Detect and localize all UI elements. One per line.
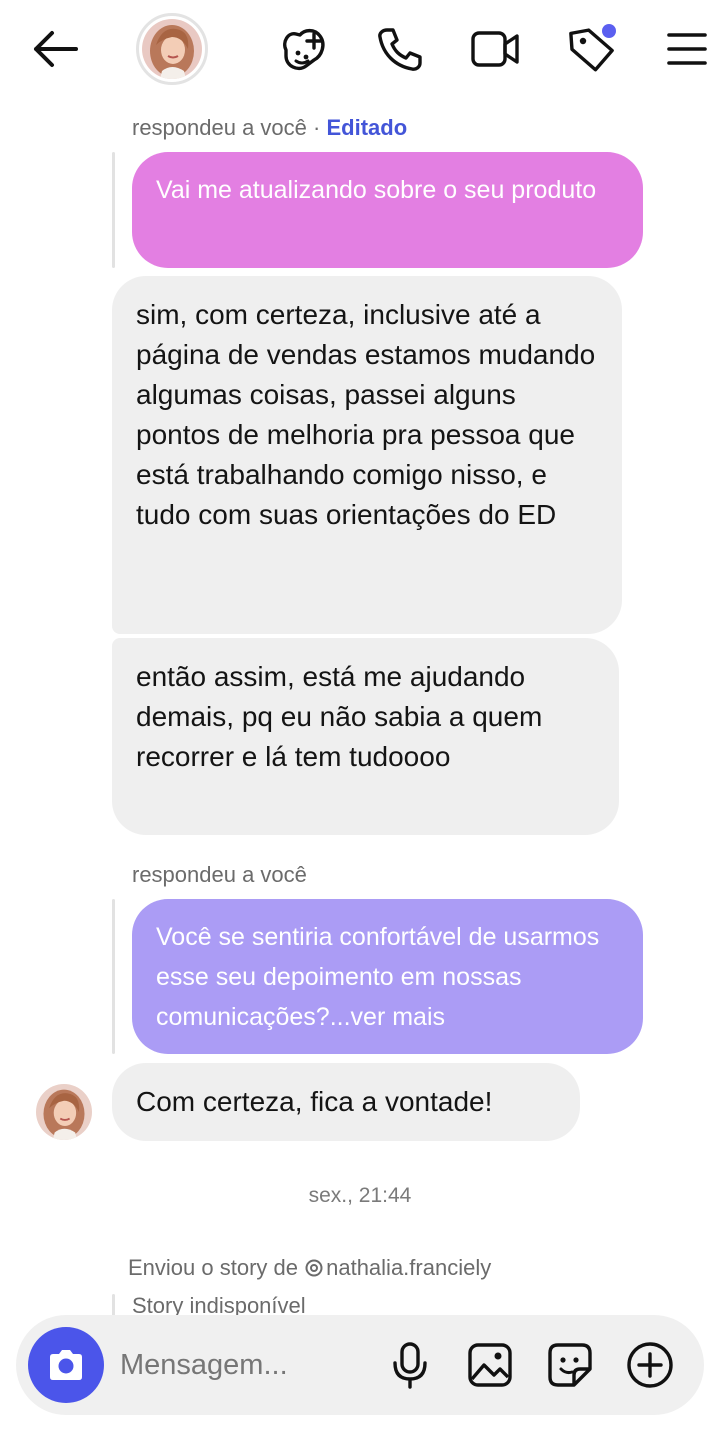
call-button[interactable] [372,22,426,76]
reply-meta-text: respondeu a você · [132,115,327,140]
games-icon [283,28,325,71]
games-button[interactable] [276,22,330,76]
incoming-message[interactable]: Com certeza, fica a vontade! [112,1063,580,1141]
reply-bar [112,152,115,268]
reply-meta: respondeu a você [132,862,307,887]
sender-avatar-image [36,1084,92,1140]
reply-bar [112,899,115,1054]
sticker-icon [548,1343,592,1387]
contact-avatar-button[interactable] [136,13,208,85]
reply-bar [112,1294,115,1316]
menu-icon [667,33,707,65]
video-call-button[interactable] [468,22,522,76]
contact-avatar [142,19,202,79]
threads-icon [304,1258,324,1278]
notification-badge [602,24,616,38]
image-icon [468,1343,512,1387]
camera-button[interactable] [28,1327,104,1403]
quoted-message[interactable]: Você se sentiria confortável de usarmos … [132,899,643,1054]
more-options-button[interactable] [624,1339,676,1391]
sender-avatar[interactable] [36,1084,92,1140]
voice-message-button[interactable] [384,1339,436,1391]
quoted-message[interactable]: Vai me atualizando sobre o seu produto [132,152,643,268]
edited-label: Editado [326,115,408,140]
camera-icon [50,1350,82,1380]
tag-button[interactable] [564,22,618,76]
phone-icon [378,28,422,71]
reply-meta: respondeu a você · Editado [132,115,407,141]
story-handle[interactable]: nathalia.franciely [326,1255,491,1280]
message-input[interactable] [120,1341,370,1389]
chat-header [0,0,720,100]
gallery-button[interactable] [464,1339,516,1391]
timestamp: sex., 21:44 [308,1184,412,1207]
microphone-icon [393,1342,427,1389]
sticker-button[interactable] [544,1339,596,1391]
story-meta: Enviou o story de nathalia.franciely [128,1255,491,1281]
plus-icon [627,1342,673,1388]
story-meta-text: Enviou o story de [128,1255,305,1280]
incoming-message[interactable]: sim, com certeza, inclusive até a página… [112,276,622,634]
arrow-left-icon [34,31,78,67]
menu-button[interactable] [660,22,714,76]
incoming-message[interactable]: então assim, está me ajudando demais, pq… [112,638,619,835]
back-button[interactable] [28,22,82,76]
message-composer [16,1315,704,1415]
video-icon [471,31,519,67]
